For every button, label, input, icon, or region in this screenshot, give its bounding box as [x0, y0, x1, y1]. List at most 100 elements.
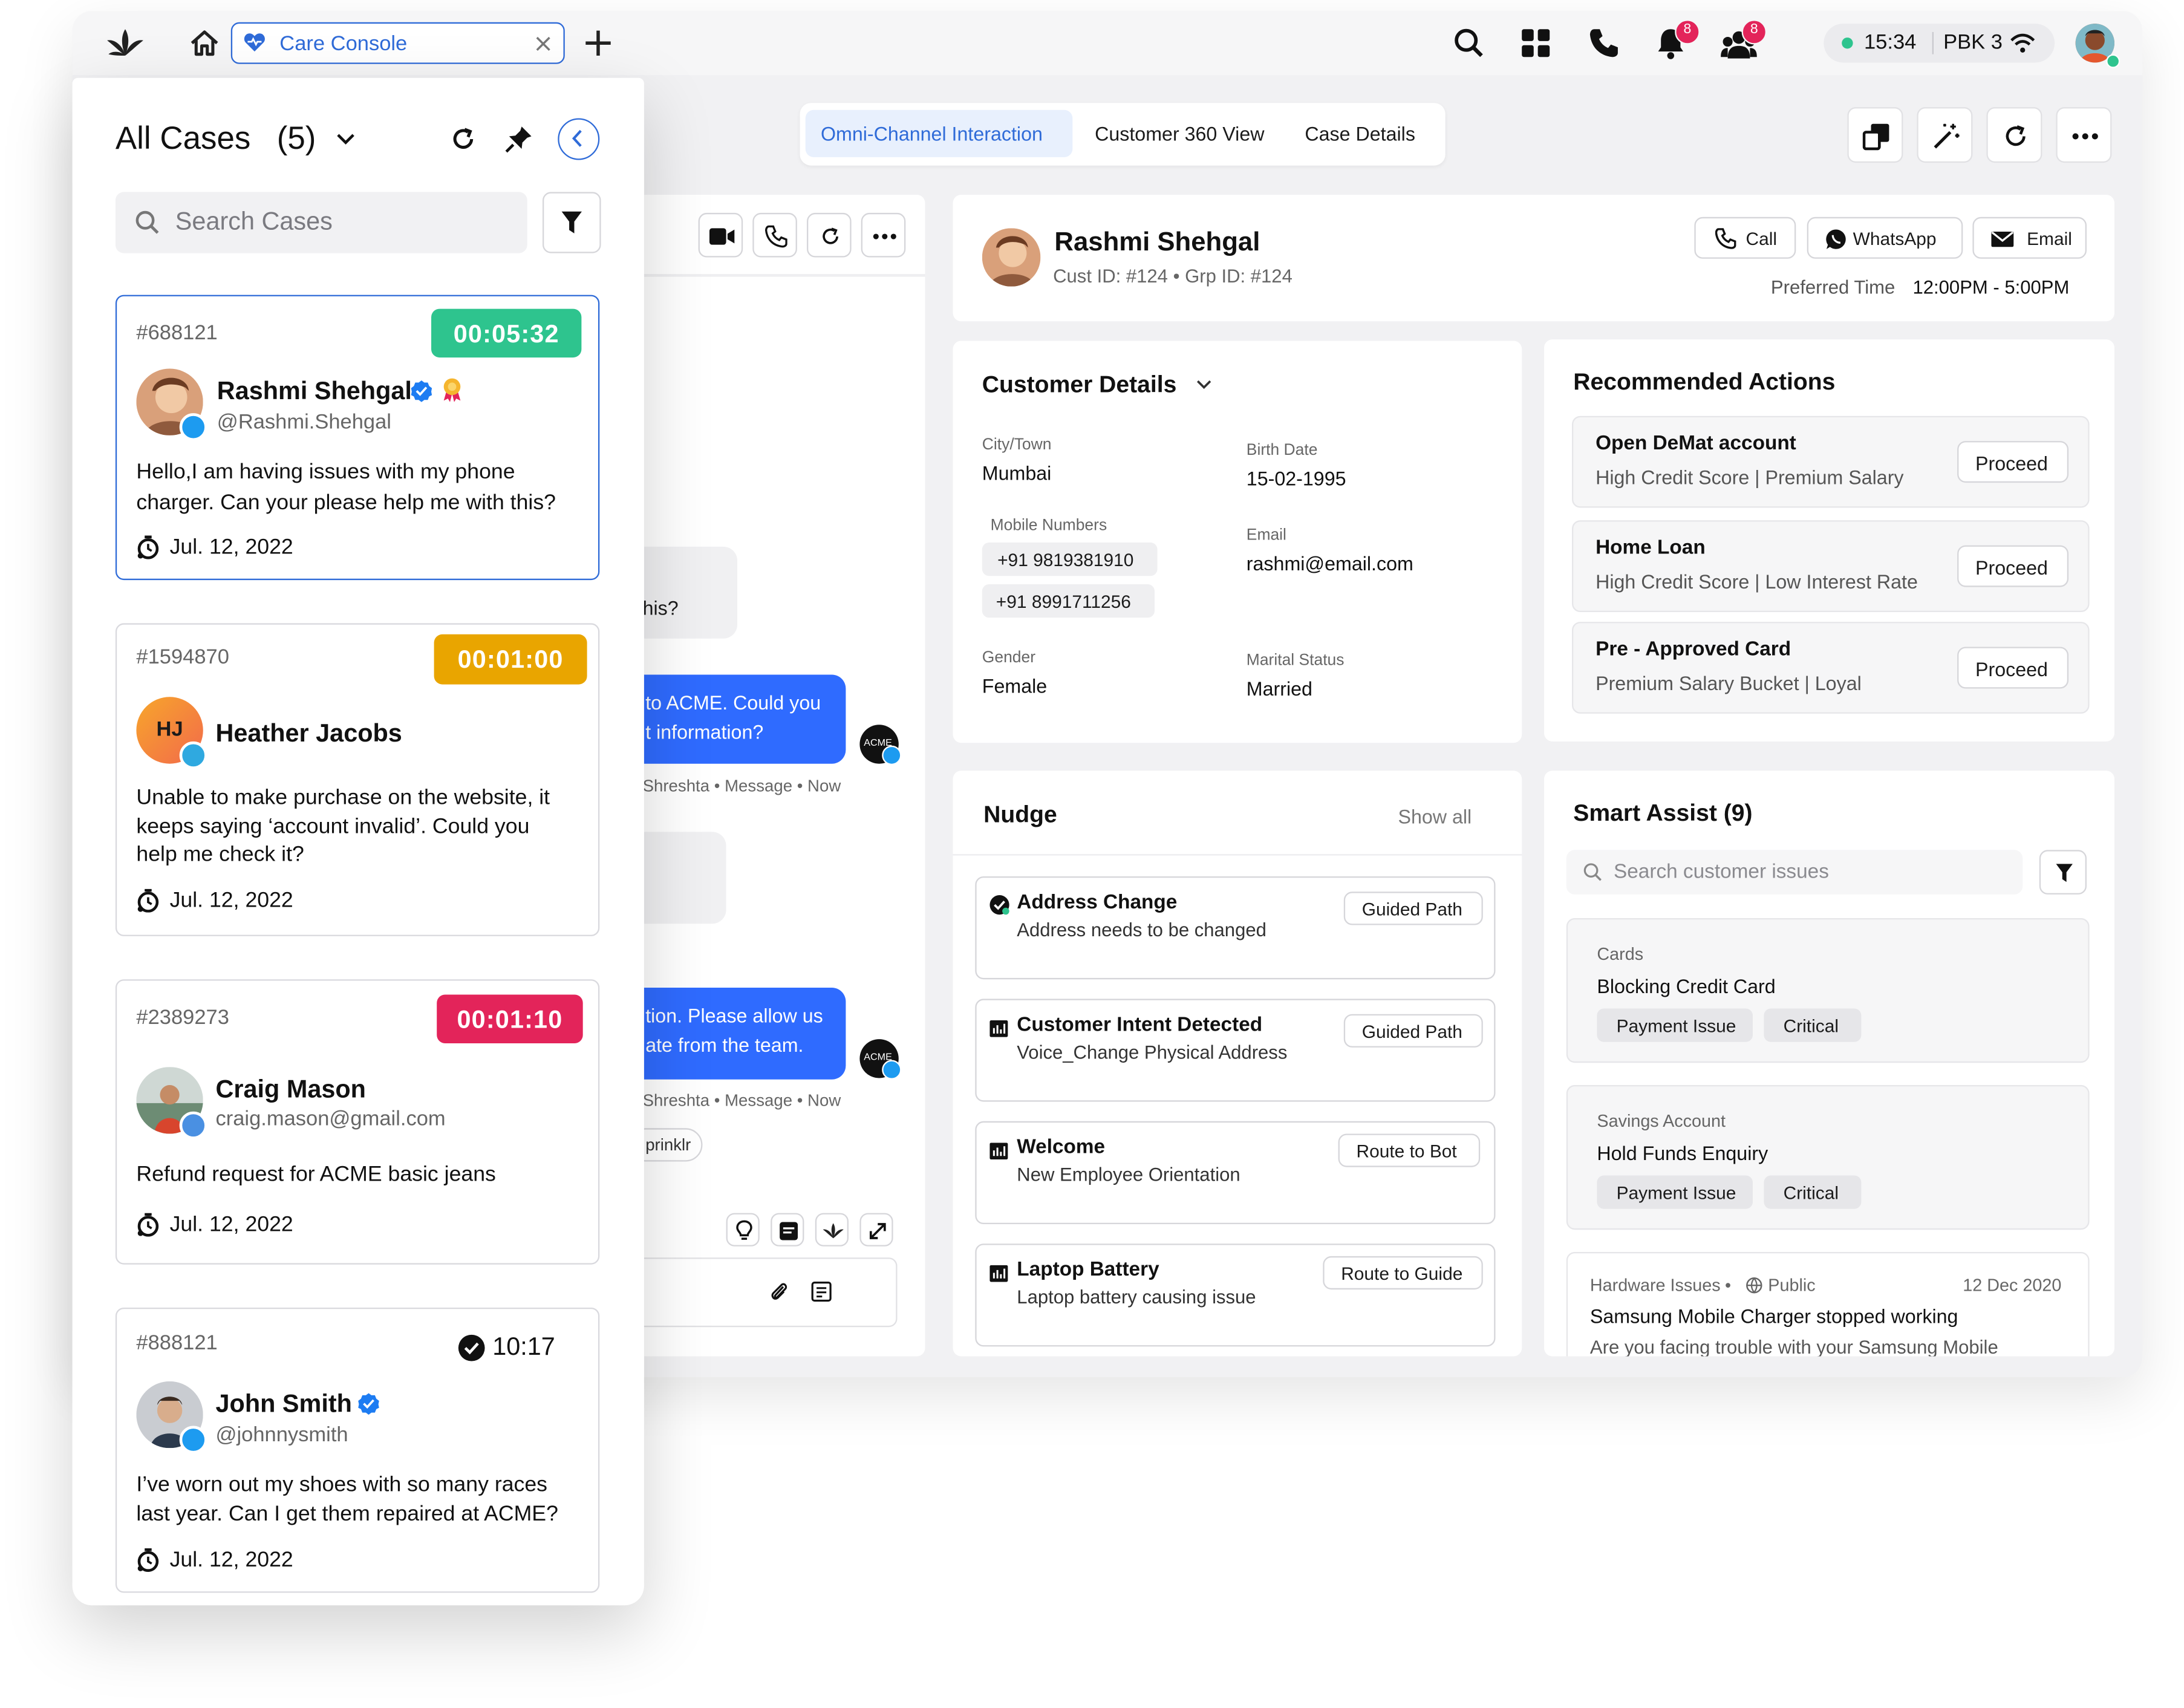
- home-icon[interactable]: [189, 29, 220, 57]
- knowledge-article-item[interactable]: Hardware Issues • Public 12 Dec 2020 Sam…: [1566, 1252, 2090, 1357]
- route-to-guide-button[interactable]: Route to Guide: [1323, 1256, 1483, 1290]
- case-card[interactable]: #1594870 00:01:00 HJ Heather Jacobs Unab…: [115, 623, 600, 936]
- email-label: Email: [1246, 527, 1286, 544]
- case-id: #688121: [136, 321, 218, 345]
- chevron-left-icon: [572, 129, 582, 147]
- nudge-item[interactable]: Address Change Address needs to be chang…: [975, 876, 1496, 980]
- twitter-badge-icon: [179, 1426, 207, 1454]
- template-icon[interactable]: [811, 1281, 832, 1302]
- phone-icon[interactable]: [1589, 28, 1620, 59]
- agent-status-pill[interactable]: 15:34 PBK 3: [1824, 24, 2055, 63]
- filter-icon: [561, 211, 582, 233]
- case-date: Jul. 12, 2022: [169, 1548, 293, 1572]
- sla-timer: 00:01:10: [437, 994, 583, 1043]
- online-status-dot: [1842, 37, 1853, 49]
- analytics-icon: [989, 1020, 1008, 1037]
- status-label: PBK 3: [1943, 30, 2003, 54]
- heart-icon: [244, 33, 265, 52]
- smart-assist-item[interactable]: Cards Blocking Credit Card Payment Issue…: [1566, 918, 2090, 1063]
- case-card-selected[interactable]: #688121 00:05:32 Rashmi Shehgal @Rashmi.…: [115, 295, 600, 581]
- refresh-icon[interactable]: [449, 125, 477, 153]
- nudge-item[interactable]: Laptop Battery Laptop battery causing is…: [975, 1244, 1496, 1347]
- conversation-refresh-button[interactable]: [807, 212, 852, 258]
- smart-assist-filter-button[interactable]: [2039, 850, 2087, 895]
- case-message: Hello,I am having issues with my phone: [136, 460, 515, 484]
- expand-button[interactable]: [859, 1213, 893, 1247]
- check-circle-icon: [989, 895, 1009, 915]
- verified-badge-icon: [411, 380, 432, 402]
- voice-call-button[interactable]: [752, 212, 797, 258]
- case-id: #1594870: [136, 645, 229, 670]
- email-button[interactable]: Email: [1972, 217, 2087, 259]
- mobile-number-chip[interactable]: +91 8991711256: [982, 584, 1155, 618]
- search-icon[interactable]: [1454, 28, 1485, 59]
- care-console-tab[interactable]: Care Console: [230, 22, 565, 64]
- notes-button[interactable]: [771, 1213, 804, 1247]
- proceed-button[interactable]: Proceed: [1957, 647, 2069, 689]
- whatsapp-button[interactable]: WhatsApp: [1807, 217, 1963, 259]
- attachment-icon[interactable]: [769, 1281, 789, 1303]
- tag-chip: Payment Issue: [1597, 1008, 1753, 1042]
- chevron-down-icon[interactable]: [1196, 380, 1211, 390]
- email-icon: [1991, 231, 2014, 247]
- more-options-button[interactable]: [2056, 107, 2112, 163]
- recommended-action-item: Pre - Approved Card Premium Salary Bucke…: [1572, 622, 2090, 714]
- nudge-item[interactable]: Welcome New Employee Orientation Route t…: [975, 1121, 1496, 1224]
- proceed-button[interactable]: Proceed: [1957, 545, 2069, 587]
- call-button[interactable]: Call: [1694, 217, 1796, 259]
- city-label: City/Town: [982, 437, 1052, 454]
- customer-details-card: Customer Details City/Town Mumbai Birth …: [953, 341, 1522, 743]
- close-icon[interactable]: [536, 36, 551, 51]
- more-icon: [873, 233, 896, 240]
- sla-clock-icon: [137, 888, 159, 913]
- tag-chip: Payment Issue: [1597, 1175, 1753, 1209]
- magic-wand-button[interactable]: [1917, 107, 1973, 163]
- guided-path-button[interactable]: Guided Path: [1343, 891, 1483, 925]
- sla-timer: 00:01:00: [434, 634, 587, 685]
- email-badge-icon: [179, 1111, 207, 1139]
- tab-case-details[interactable]: Case Details: [1295, 110, 1434, 157]
- chevron-down-icon[interactable]: [337, 134, 355, 145]
- add-tab-icon[interactable]: [584, 29, 612, 57]
- insights-button[interactable]: [726, 1213, 760, 1247]
- apps-grid-icon[interactable]: [1521, 28, 1551, 59]
- analytics-icon: [989, 1265, 1008, 1282]
- collapse-panel-button[interactable]: [558, 118, 600, 160]
- smart-assist-search-input[interactable]: Search customer issues: [1566, 850, 2023, 895]
- guided-path-button[interactable]: Guided Path: [1343, 1014, 1483, 1048]
- customer-ids: Cust ID: #124 • Grp ID: #124: [1053, 266, 1292, 287]
- gender-label: Gender: [982, 650, 1036, 667]
- case-date: Jul. 12, 2022: [169, 535, 293, 559]
- twitter-badge-icon: [882, 1060, 902, 1080]
- case-card[interactable]: #2389273 00:01:10 Craig Mason craig.maso…: [115, 979, 600, 1265]
- sprinklr-button[interactable]: [815, 1213, 849, 1247]
- mobile-number-chip[interactable]: +91 9819381910: [982, 543, 1158, 576]
- wifi-icon: [2010, 33, 2035, 53]
- video-call-button[interactable]: [698, 212, 743, 258]
- refresh-view-button[interactable]: [1986, 107, 2042, 163]
- proceed-button[interactable]: Proceed: [1957, 441, 2069, 483]
- case-card[interactable]: #888121 10:17 John Smith @johnnysmith I’…: [115, 1308, 600, 1593]
- smart-assist-item[interactable]: Savings Account Hold Funds Enquiry Payme…: [1566, 1085, 2090, 1230]
- pin-icon[interactable]: [505, 125, 533, 153]
- filter-cases-button[interactable]: [543, 192, 601, 253]
- case-message: help me check it?: [136, 843, 304, 867]
- agent-online-dot: [2106, 54, 2120, 68]
- route-to-bot-button[interactable]: Route to Bot: [1338, 1133, 1481, 1167]
- brand-logo-icon[interactable]: [106, 28, 145, 59]
- nudge-card: Nudge Show all Address Change Address ne…: [953, 771, 1522, 1357]
- tab-omni-channel[interactable]: Omni-Channel Interaction: [805, 109, 1073, 157]
- conversation-more-button[interactable]: [861, 212, 906, 258]
- tab-customer-360[interactable]: Customer 360 View: [1085, 110, 1280, 157]
- nudge-item[interactable]: Customer Intent Detected Voice_Change Ph…: [975, 999, 1496, 1102]
- expand-icon: [869, 1223, 886, 1239]
- video-icon: [709, 228, 735, 245]
- show-all-link[interactable]: Show all: [1398, 806, 1472, 828]
- search-cases-input[interactable]: Search Cases: [115, 192, 527, 253]
- email-value: rashmi@email.com: [1246, 552, 1413, 575]
- lightbulb-icon: [736, 1220, 752, 1240]
- birth-date-value: 15-02-1995: [1246, 467, 1346, 490]
- mobile-numbers-label: Mobile Numbers: [990, 517, 1107, 535]
- award-badge-icon: [443, 378, 461, 402]
- popout-button[interactable]: [1847, 107, 1903, 163]
